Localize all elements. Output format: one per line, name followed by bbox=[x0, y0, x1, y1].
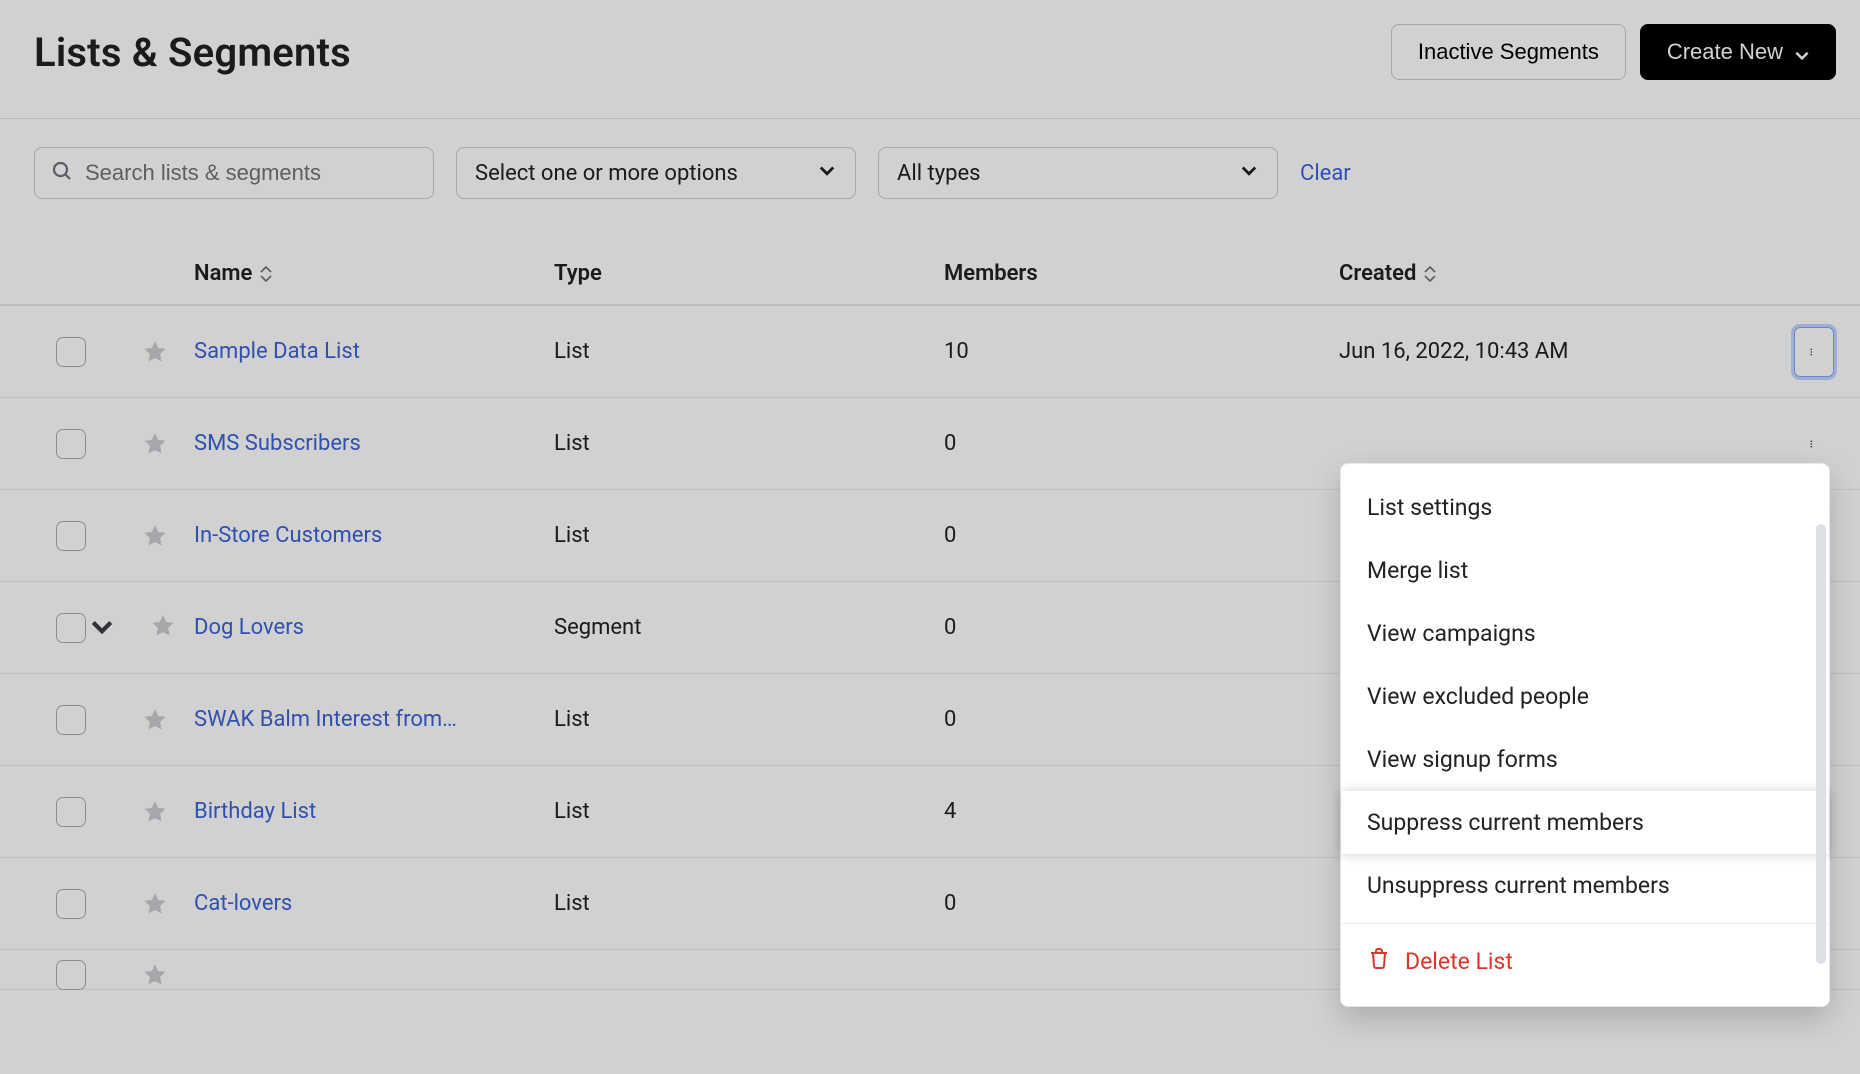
star-icon[interactable] bbox=[84, 799, 194, 825]
type-cell: List bbox=[554, 431, 944, 456]
row-checkbox[interactable] bbox=[56, 337, 86, 367]
members-cell: 0 bbox=[944, 431, 1339, 456]
column-header-name[interactable]: Name bbox=[194, 261, 252, 286]
menu-item-view-excluded[interactable]: View excluded people bbox=[1341, 665, 1829, 728]
tags-select[interactable]: Select one or more options bbox=[456, 147, 856, 199]
star-icon[interactable] bbox=[84, 962, 194, 988]
table-row: Sample Data List List 10 Jun 16, 2022, 1… bbox=[0, 306, 1860, 398]
menu-item-list-settings[interactable]: List settings bbox=[1341, 476, 1829, 539]
sort-icon[interactable] bbox=[1424, 266, 1436, 282]
star-icon[interactable] bbox=[84, 707, 194, 733]
created-cell: Jun 16, 2022, 10:43 AM bbox=[1339, 339, 1794, 364]
row-checkbox[interactable] bbox=[56, 960, 86, 990]
row-checkbox[interactable] bbox=[56, 521, 86, 551]
members-cell: 0 bbox=[944, 523, 1339, 548]
row-actions-button[interactable] bbox=[1794, 327, 1834, 377]
menu-item-delete-list[interactable]: Delete List bbox=[1341, 923, 1829, 994]
chevron-down-icon bbox=[1239, 160, 1259, 186]
type-cell: List bbox=[554, 799, 944, 824]
list-name-link[interactable]: Sample Data List bbox=[194, 339, 360, 364]
scrollbar[interactable] bbox=[1816, 524, 1826, 964]
row-checkbox[interactable] bbox=[56, 613, 86, 643]
menu-item-merge-list[interactable]: Merge list bbox=[1341, 539, 1829, 602]
sort-icon[interactable] bbox=[260, 266, 272, 282]
create-new-button[interactable]: Create New bbox=[1640, 24, 1836, 80]
type-cell: List bbox=[554, 707, 944, 732]
search-input[interactable] bbox=[34, 147, 434, 199]
row-checkbox[interactable] bbox=[56, 797, 86, 827]
menu-item-view-campaigns[interactable]: View campaigns bbox=[1341, 602, 1829, 665]
chevron-down-icon[interactable] bbox=[88, 612, 116, 644]
members-cell: 0 bbox=[944, 891, 1339, 916]
type-cell: List bbox=[554, 523, 944, 548]
menu-item-suppress-members[interactable]: Suppress current members bbox=[1341, 791, 1829, 854]
create-new-label: Create New bbox=[1667, 39, 1783, 65]
type-cell: Segment bbox=[554, 615, 944, 640]
search-icon bbox=[50, 159, 74, 187]
menu-item-unsuppress-members[interactable]: Unsuppress current members bbox=[1341, 854, 1829, 917]
column-header-created[interactable]: Created bbox=[1339, 261, 1416, 286]
list-name-link[interactable]: In-Store Customers bbox=[194, 523, 382, 548]
row-actions-button[interactable] bbox=[1794, 419, 1834, 469]
inactive-segments-button[interactable]: Inactive Segments bbox=[1391, 24, 1626, 80]
clear-filters-link[interactable]: Clear bbox=[1300, 161, 1351, 186]
star-icon[interactable] bbox=[84, 339, 194, 365]
types-select[interactable]: All types bbox=[878, 147, 1278, 199]
type-cell: List bbox=[554, 339, 944, 364]
star-icon[interactable] bbox=[150, 613, 176, 643]
list-name-link[interactable]: Cat-lovers bbox=[194, 891, 292, 916]
star-icon[interactable] bbox=[84, 891, 194, 917]
column-header-type: Type bbox=[554, 261, 602, 286]
chevron-down-icon bbox=[817, 160, 837, 186]
star-icon[interactable] bbox=[84, 431, 194, 457]
types-select-label: All types bbox=[897, 161, 981, 186]
members-cell: 0 bbox=[944, 707, 1339, 732]
tags-select-label: Select one or more options bbox=[475, 161, 738, 186]
row-checkbox[interactable] bbox=[56, 429, 86, 459]
row-checkbox[interactable] bbox=[56, 705, 86, 735]
column-header-members: Members bbox=[944, 261, 1038, 286]
type-cell: List bbox=[554, 891, 944, 916]
trash-icon bbox=[1367, 946, 1391, 976]
members-cell: 0 bbox=[944, 615, 1339, 640]
row-actions-menu: List settings Merge list View campaigns … bbox=[1340, 463, 1830, 1007]
list-name-link[interactable]: SWAK Balm Interest from… bbox=[194, 707, 457, 732]
menu-item-delete-label: Delete List bbox=[1405, 948, 1513, 975]
menu-item-view-signup[interactable]: View signup forms bbox=[1341, 728, 1829, 791]
members-cell: 4 bbox=[944, 799, 1339, 824]
members-cell: 10 bbox=[944, 339, 1339, 364]
list-name-link[interactable]: Dog Lovers bbox=[194, 615, 304, 640]
list-name-link[interactable]: SMS Subscribers bbox=[194, 431, 361, 456]
list-name-link[interactable]: Birthday List bbox=[194, 799, 316, 824]
chevron-down-icon bbox=[1793, 44, 1809, 60]
inactive-segments-label: Inactive Segments bbox=[1418, 39, 1599, 65]
page-title: Lists & Segments bbox=[34, 29, 351, 76]
row-checkbox[interactable] bbox=[56, 889, 86, 919]
star-icon[interactable] bbox=[84, 523, 194, 549]
